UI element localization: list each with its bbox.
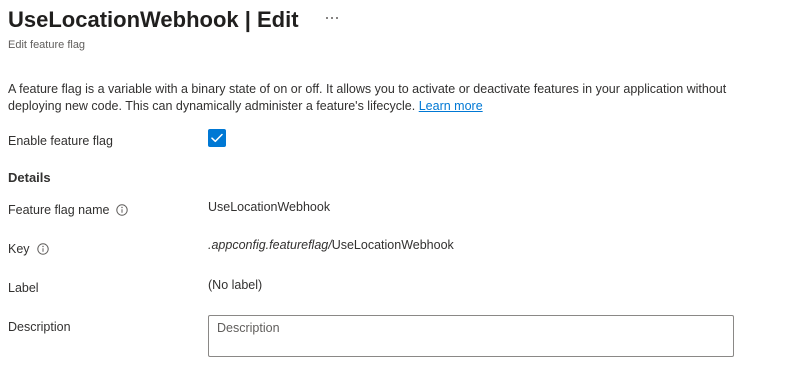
intro-text: A feature flag is a variable with a bina… xyxy=(8,82,727,113)
key-row-label: Key xyxy=(8,242,49,256)
title-row: UseLocationWebhook | Edit xyxy=(8,4,799,36)
more-horizontal-icon xyxy=(325,17,338,19)
enable-feature-flag-label: Enable feature flag xyxy=(8,134,113,148)
checkmark-icon xyxy=(211,133,223,143)
label-field-label: Label xyxy=(8,281,39,295)
learn-more-link[interactable]: Learn more xyxy=(419,99,483,113)
page-header: UseLocationWebhook | Edit Edit feature f… xyxy=(8,4,799,51)
info-icon[interactable] xyxy=(116,204,129,216)
feature-flag-name-row-label: Feature flag name xyxy=(8,203,129,217)
page-subtitle: Edit feature flag xyxy=(8,39,86,51)
label-field-value: (No label) xyxy=(208,278,263,292)
intro-paragraph: A feature flag is a variable with a bina… xyxy=(8,81,748,115)
info-icon[interactable] xyxy=(36,243,49,255)
description-input[interactable] xyxy=(208,315,734,357)
enable-feature-flag-checkbox[interactable] xyxy=(208,129,226,147)
key-label: Key xyxy=(8,242,30,256)
feature-flag-name-value: UseLocationWebhook xyxy=(208,200,331,214)
more-options-button[interactable] xyxy=(321,7,343,29)
key-value: .appconfig.featureflag/UseLocationWebhoo… xyxy=(208,238,454,252)
details-heading: Details xyxy=(8,170,51,185)
description-label: Description xyxy=(8,320,71,334)
page-title: UseLocationWebhook | Edit xyxy=(8,7,299,32)
key-suffix: UseLocationWebhook xyxy=(331,238,454,252)
feature-flag-name-label: Feature flag name xyxy=(8,203,110,217)
key-prefix: .appconfig.featureflag/ xyxy=(208,238,332,252)
